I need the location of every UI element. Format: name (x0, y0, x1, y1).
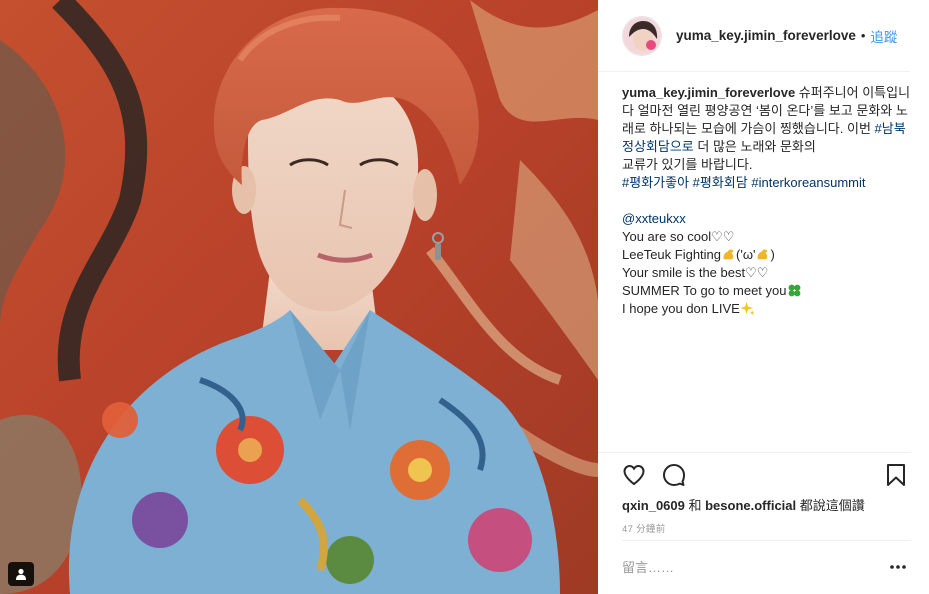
caption-and-comments: yuma_key.jimin_foreverlove 슈퍼주니어 이특입니다 얼… (622, 84, 912, 318)
liker-link-1[interactable]: qxin_0609 (622, 498, 685, 513)
comment-button[interactable] (662, 463, 686, 492)
caption-line-3: 교류가 있기를 바랍니다. (622, 157, 753, 172)
flexed-biceps-icon (723, 249, 734, 260)
comment-input[interactable] (622, 555, 872, 579)
four-leaf-clover-icon (788, 284, 800, 297)
hashtag-link-3[interactable]: #평화회담 (693, 175, 748, 190)
more-options-button[interactable] (886, 555, 910, 579)
caption-line-smile: Your smile is the best♡♡ (622, 265, 769, 280)
kaomoji-close-text: ) (770, 247, 775, 262)
caption-text-2: 더 많은 노래와 문화의 (693, 139, 816, 154)
post-photo[interactable] (0, 0, 598, 594)
kaomoji-text: ('ω' (736, 247, 756, 262)
heart-outline-icon (623, 464, 645, 486)
user-tag-icon (16, 568, 26, 580)
more-dots-icon (890, 565, 906, 569)
header-separator-dot: • (860, 28, 866, 43)
caption-line-summer: SUMMER To go to meet you (622, 282, 912, 300)
likes-summary: qxin_0609 和 besone.official 都說這個讚 (622, 495, 865, 514)
speech-bubble-icon (663, 464, 685, 486)
post-timestamp[interactable]: 47 分鐘前 (622, 521, 666, 535)
post-header: yuma_key.jimin_foreverlove • 追蹤 (598, 0, 910, 72)
follow-button[interactable]: 追蹤 (870, 26, 897, 46)
post-image (0, 0, 598, 594)
flexed-biceps-icon-2 (758, 249, 768, 260)
caption-hashtag-line: #평화가좋아 #평화회담 #interkoreansummit (622, 174, 912, 192)
avatar[interactable] (622, 15, 662, 56)
caption-line-fighting: LeeTeuk Fighting ('ω') (622, 246, 912, 264)
fighting-text: LeeTeuk Fighting (622, 247, 722, 262)
mention-link[interactable]: @xxteukxx (622, 211, 686, 226)
avatar-image (623, 16, 661, 55)
post-details-panel: yuma_key.jimin_foreverlove • 追蹤 yuma_key… (598, 0, 929, 594)
caption-line-cool: You are so cool♡♡ (622, 229, 735, 244)
post-actions-bar (598, 452, 910, 496)
sparkles-icon (740, 301, 755, 316)
tag-people-button[interactable] (8, 562, 34, 586)
caption-line-live: I hope you don LIVE (622, 300, 912, 318)
hashtag-link-2[interactable]: #평화가좋아 (622, 175, 689, 190)
like-button[interactable] (622, 463, 646, 492)
save-button[interactable] (886, 463, 906, 492)
likes-suffix: 都說這個讚 (796, 498, 865, 513)
live-text: I hope you don LIVE (622, 301, 740, 316)
mention-line: @xxteukxx (622, 210, 912, 228)
summer-text: SUMMER To go to meet you (622, 283, 787, 298)
header-username-link[interactable]: yuma_key.jimin_foreverlove (676, 28, 856, 43)
add-comment-section (622, 540, 910, 594)
likes-joiner: 和 (684, 498, 706, 513)
caption-username-link[interactable]: yuma_key.jimin_foreverlove (622, 85, 795, 100)
bookmark-icon (887, 464, 905, 486)
liker-link-2[interactable]: besone.official (705, 498, 796, 513)
hashtag-link-4[interactable]: #interkoreansummit (751, 175, 865, 190)
caption: yuma_key.jimin_foreverlove 슈퍼주니어 이특입니다 얼… (622, 84, 912, 318)
